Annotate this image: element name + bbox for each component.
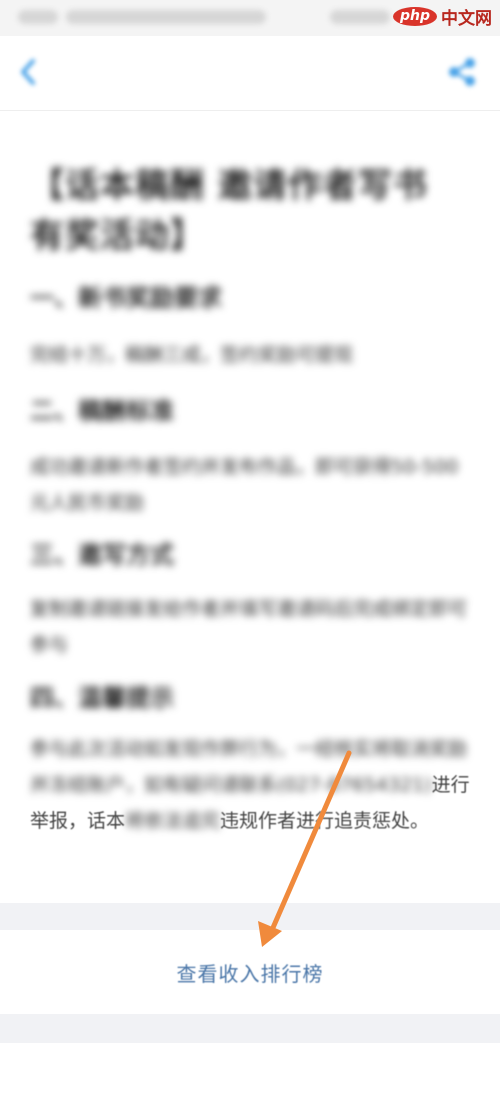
- navigation-bar: [0, 36, 500, 111]
- watermark-logo: php 中文网: [392, 4, 492, 29]
- share-icon: [449, 58, 475, 86]
- status-signal: [330, 10, 390, 24]
- notice-text-blurred-2: 将依法追究: [125, 810, 221, 832]
- article-content: 【话本稿酬 邀请作者写书 有奖活动】 一、新书奖励要求 完结十万，稿酬三成，签约…: [0, 111, 500, 903]
- status-notifications: [66, 10, 266, 24]
- view-income-ranking-link[interactable]: 查看收入排行榜: [177, 958, 324, 987]
- section-heading-4: 四、温馨提示: [30, 684, 174, 712]
- status-bar: php 中文网: [0, 0, 500, 36]
- section-body-2: 成功邀请新作者签约并发布作品，即可获得50-500元人民币奖励: [30, 456, 459, 514]
- share-button[interactable]: [440, 50, 484, 94]
- ranking-link-row: 查看收入排行榜: [0, 930, 500, 1014]
- status-time: [18, 10, 58, 24]
- watermark-site-name: 中文网: [441, 9, 492, 29]
- app-screen: php 中文网 【话本稿酬 邀请作者写书 有奖活动】 一、新书奖励要求 完结十万…: [0, 0, 500, 1111]
- chevron-left-icon: [21, 59, 35, 85]
- watermark-php-badge: php: [392, 7, 437, 26]
- section-heading-2: 二、稿酬标准: [30, 397, 174, 425]
- section-heading-1: 一、新书奖励要求: [30, 284, 222, 312]
- back-button[interactable]: [8, 50, 48, 94]
- section-heading-3: 三、邀写方式: [30, 541, 174, 569]
- notice-paragraph: 参与此次活动如发现作弊行为，一经核实将取消奖励并冻结账户，如有疑问请联系(027…: [30, 731, 470, 839]
- divider-band-top: [0, 903, 500, 930]
- notice-text-penalty: 违规作者进行追责惩处。: [220, 810, 430, 832]
- notice-text-blurred: 参与此次活动如发现作弊行为，一经核实将取消奖励并冻结账户，如有疑问请联系(027…: [30, 738, 468, 796]
- article-title: 【话本稿酬 邀请作者写书 有奖活动】: [30, 166, 428, 256]
- bottom-area: [0, 1043, 500, 1111]
- divider-band-bottom: [0, 1014, 500, 1043]
- section-body-3: 复制邀请链接发给作者并填写邀请码后完成绑定即可参与: [30, 598, 468, 656]
- section-body-1: 完结十万，稿酬三成，签约奖励可提现: [30, 344, 354, 366]
